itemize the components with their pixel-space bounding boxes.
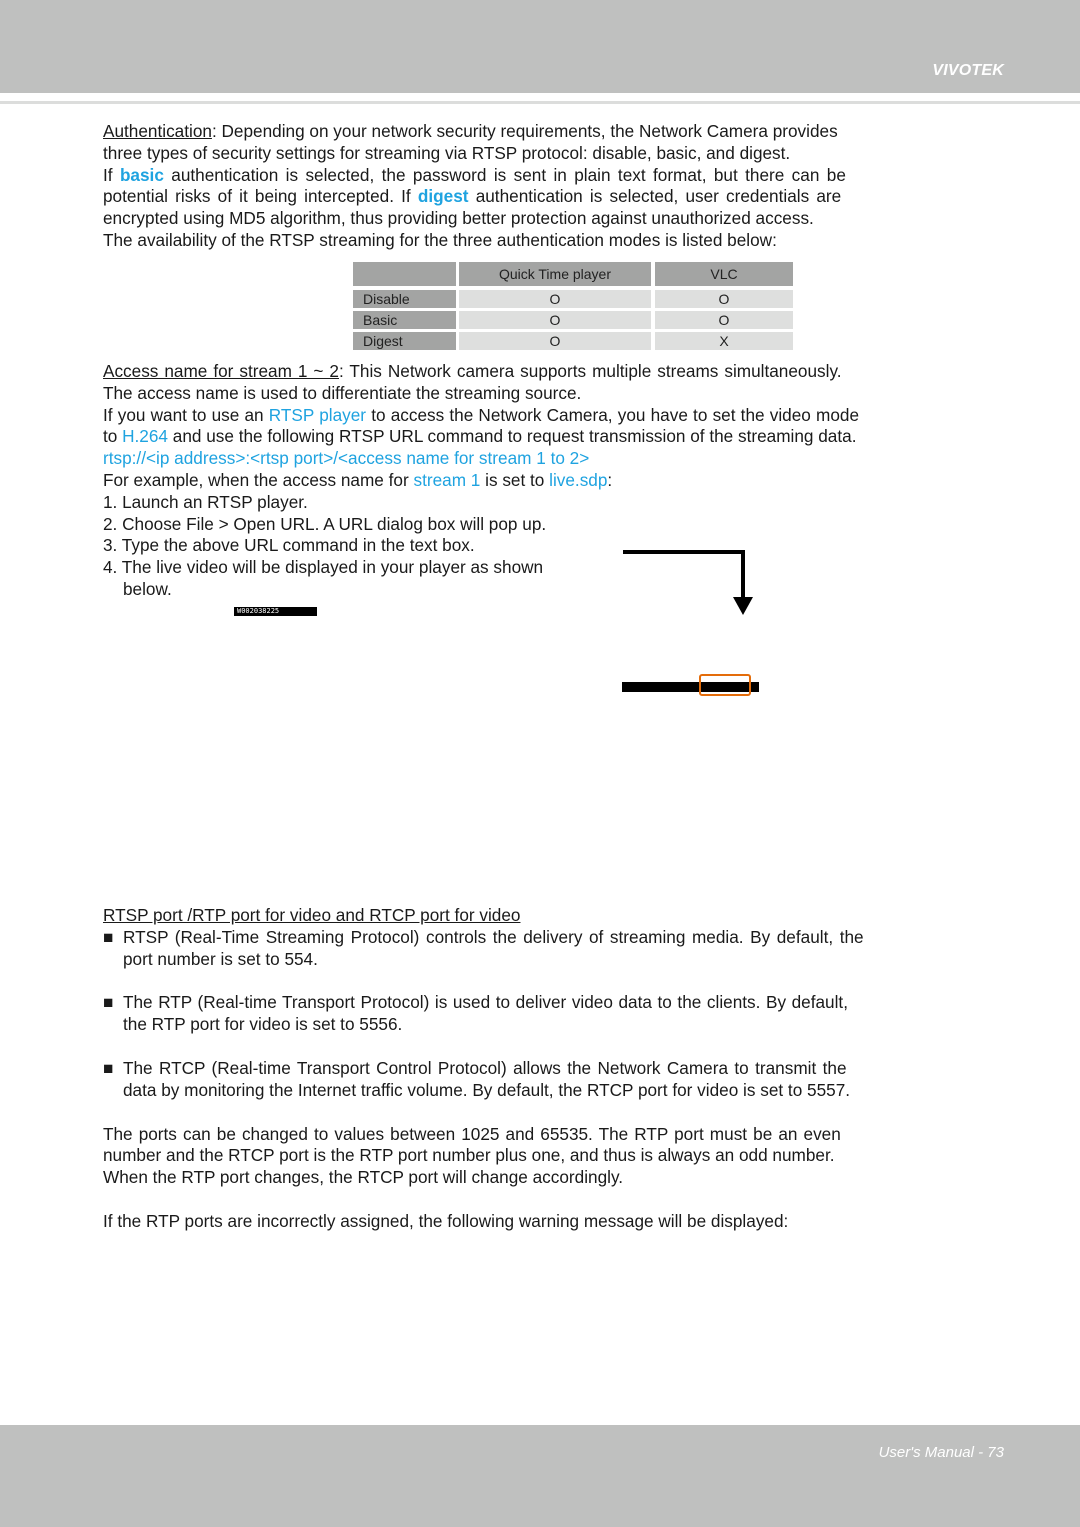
step-1: 1. Launch an RTSP player.: [103, 491, 308, 512]
page-number-label: User's Manual - 73: [878, 1444, 1004, 1461]
authentication-term: Authentication: [103, 121, 212, 141]
cell-digest-vlc: X: [655, 332, 793, 350]
page-header: VIVOTEK: [0, 0, 1080, 93]
step-4: 4. The live video will be displayed in y…: [103, 557, 544, 578]
ports-para-line-3: When the RTP port changes, the RTCP port…: [103, 1167, 624, 1188]
access-line-2: The access name is used to differentiate…: [103, 382, 582, 403]
table-header-row: Quick Time player VLC: [353, 262, 793, 286]
warning-intro: If the RTP ports are incorrectly assigne…: [103, 1210, 789, 1231]
ports-heading: RTSP port /RTP port for video and RTCP p…: [103, 905, 521, 925]
table-row: Disable O O: [353, 290, 793, 308]
authentication-section: Authentication: Depending on your networ…: [103, 121, 977, 252]
basic-keyword: basic: [119, 164, 164, 185]
auth-line-3: If basic authentication is selected, the…: [103, 164, 846, 185]
page-footer: [0, 1425, 1080, 1527]
ports-para-line-1: The ports can be changed to values betwe…: [103, 1123, 841, 1144]
access-line-4: to H.264 and use the following RTSP URL …: [103, 426, 857, 447]
bullet-square-icon: ■: [103, 926, 114, 947]
ports-para-line-2: number and the RTCP port is the RTP port…: [103, 1145, 835, 1166]
step-4-continued: below.: [123, 578, 172, 599]
bullet-square-icon: ■: [103, 1057, 114, 1078]
down-arrow-icon: [623, 550, 753, 615]
cell-digest-quicktime: O: [459, 332, 651, 350]
ports-section: RTSP port /RTP port for video and RTCP p…: [103, 905, 977, 1233]
stream-1-keyword: stream 1: [413, 469, 481, 490]
bullet-rtsp: ■ RTSP (Real-Time Streaming Protocol) co…: [103, 926, 864, 969]
table-header-quicktime: Quick Time player: [459, 262, 651, 286]
auth-line-4: potential risks of it being intercepted.…: [103, 186, 842, 207]
row-label-digest: Digest: [353, 332, 456, 350]
access-line-3: If you want to use an RTSP player to acc…: [103, 404, 859, 425]
arrow-line: [623, 550, 745, 597]
example-line: For example, when the access name for st…: [103, 469, 613, 490]
auth-line-1: Authentication: Depending on your networ…: [103, 121, 838, 141]
bullet-square-icon: ■: [103, 992, 114, 1013]
bullet-rtp: ■ The RTP (Real-time Transport Protocol)…: [103, 992, 848, 1035]
auth-availability-table: Quick Time player VLC Disable O O Basic …: [353, 262, 793, 350]
table-header-blank: [353, 262, 456, 286]
arrow-head: [733, 597, 753, 615]
header-divider: [0, 101, 1080, 104]
table-row: Digest O X: [353, 332, 793, 350]
auth-line-5: encrypted using MD5 algorithm, thus prov…: [103, 208, 814, 229]
control-bar-fill: [622, 682, 759, 692]
cell-disable-quicktime: O: [459, 290, 651, 308]
brand-logo: VIVOTEK: [932, 62, 1004, 79]
auth-line-2: three types of security settings for str…: [103, 142, 791, 163]
bullet-rtcp: ■ The RTCP (Real-time Transport Control …: [103, 1057, 851, 1100]
h264-keyword: H.264: [122, 426, 168, 447]
cell-basic-vlc: O: [655, 311, 793, 329]
player-control-bar: [622, 674, 759, 696]
video-timestamp-overlay: W002038225: [234, 607, 317, 616]
cell-disable-vlc: O: [655, 290, 793, 308]
rtsp-url-template: rtsp://<ip address>:<rtsp port>/<access …: [103, 448, 590, 469]
access-line-1: Access name for stream 1 ~ 2: This Netwo…: [103, 361, 842, 381]
row-label-disable: Disable: [353, 290, 456, 308]
row-label-basic: Basic: [353, 311, 456, 329]
table-row: Basic O O: [353, 311, 793, 329]
live-sdp-keyword: live.sdp: [549, 469, 608, 490]
rtsp-player-keyword: RTSP player: [268, 404, 367, 425]
table-header-vlc: VLC: [655, 262, 793, 286]
cell-basic-quicktime: O: [459, 311, 651, 329]
step-3: 3. Type the above URL command in the tex…: [103, 535, 475, 556]
access-name-section: Access name for stream 1 ~ 2: This Netwo…: [103, 361, 977, 601]
digest-keyword: digest: [417, 186, 469, 207]
auth-line-6: The availability of the RTSP streaming f…: [103, 229, 777, 250]
step-2: 2. Choose File > Open URL. A URL dialog …: [103, 513, 547, 534]
access-name-term: Access name for stream 1 ~ 2: [103, 361, 339, 381]
